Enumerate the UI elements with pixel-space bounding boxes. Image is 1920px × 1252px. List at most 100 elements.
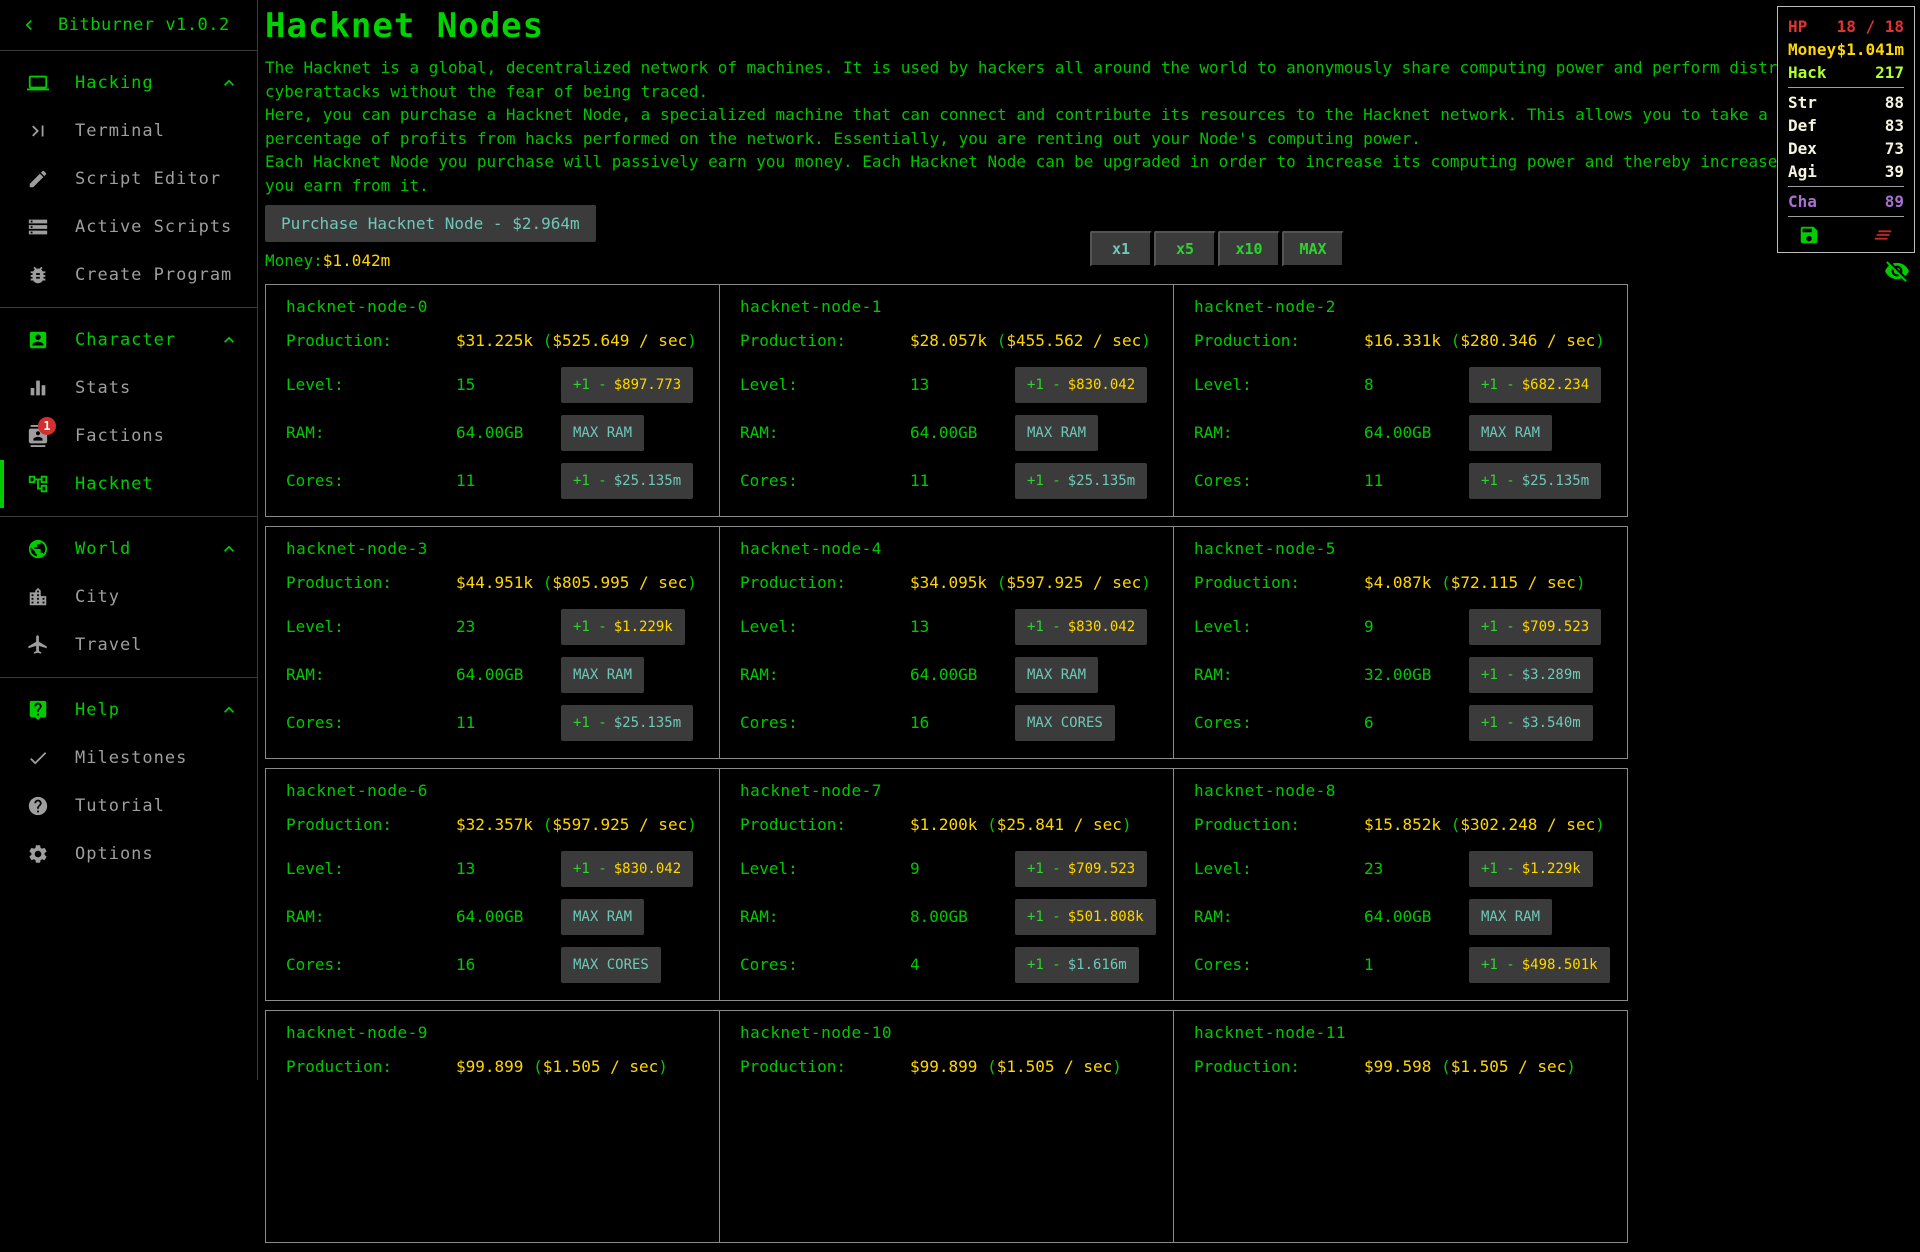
upgrade-increment-label: +1 -: [573, 473, 607, 489]
cores-value: 1: [1364, 955, 1374, 974]
upgrade-cores-button[interactable]: +1 -$25.135m: [561, 705, 693, 741]
upgrade-ram-button[interactable]: +1 -$3.289m: [1469, 657, 1593, 693]
sidebar-item-hacknet[interactable]: Hacknet: [0, 460, 257, 508]
upgrade-level-button[interactable]: +1 -$830.042: [561, 851, 693, 887]
stat-label: HP: [1788, 15, 1807, 38]
upgrade-ram-button[interactable]: MAX RAM: [1015, 415, 1098, 451]
production-label: Production:: [740, 573, 846, 592]
collapse-section-control[interactable]: [219, 700, 239, 720]
sidebar-section-header-character[interactable]: Character: [0, 316, 257, 364]
upgrade-ram-button[interactable]: MAX RAM: [1469, 415, 1552, 451]
sidebar-item-script-editor[interactable]: Script Editor: [0, 155, 257, 203]
upgrade-cores-button[interactable]: +1 -$1.616m: [1015, 947, 1139, 983]
production-value: $4.087k ($72.115 / sec): [1364, 573, 1586, 592]
notification-badge: 1: [38, 417, 56, 435]
upgrade-level-button[interactable]: +1 -$1.229k: [561, 609, 685, 645]
node-name: hacknet-node-4: [740, 539, 882, 558]
upgrade-cost-label: $1.229k: [614, 619, 673, 635]
upgrade-level-button[interactable]: +1 -$1.229k: [1469, 851, 1593, 887]
sidebar-item-terminal[interactable]: Terminal: [0, 107, 257, 155]
production-amount: ): [1566, 1057, 1576, 1076]
upgrade-level-button[interactable]: +1 -$830.042: [1015, 609, 1147, 645]
upgrade-level-button[interactable]: +1 -$709.523: [1469, 609, 1601, 645]
level-value: 8: [1364, 375, 1374, 394]
sidebar-item-create-program[interactable]: Create Program: [0, 251, 257, 299]
upgrade-cores-button[interactable]: MAX CORES: [1015, 705, 1115, 741]
node-card-hacknet-node-8: hacknet-node-8Production:$15.852k ($302.…: [1173, 768, 1628, 1001]
sidebar-item-milestones[interactable]: Milestones: [0, 734, 257, 782]
sidebar-section-header-hacking[interactable]: Hacking: [0, 59, 257, 107]
upgrade-increment-label: +1 -: [1481, 473, 1515, 489]
pencil-icon: [27, 168, 49, 190]
upgrade-increment-label: +1 -: [1027, 909, 1061, 925]
collapse-section-control[interactable]: [219, 330, 239, 350]
production-label: Production:: [1194, 331, 1300, 350]
sidebar-section-header-help[interactable]: Help: [0, 686, 257, 734]
level-label: Level:: [1194, 617, 1252, 636]
sidebar-item-active-scripts[interactable]: Active Scripts: [0, 203, 257, 251]
page-title: Hacknet Nodes: [265, 6, 1883, 46]
production-label: Production:: [1194, 573, 1300, 592]
upgrade-level-button[interactable]: +1 -$830.042: [1015, 367, 1147, 403]
sidebar-section-header-world[interactable]: World: [0, 525, 257, 573]
production-amount: (: [1441, 573, 1451, 592]
stat-label: Dex: [1788, 137, 1817, 160]
sidebar-item-city[interactable]: City: [0, 573, 257, 621]
sidebar-item-factions[interactable]: 1Factions: [0, 412, 257, 460]
upgrade-cost-label: MAX RAM: [1027, 425, 1086, 441]
cores-value: 4: [910, 955, 920, 974]
node-card-hacknet-node-2: hacknet-node-2Production:$16.331k ($280.…: [1173, 284, 1628, 517]
ram-label: RAM:: [286, 665, 325, 684]
visibility-off-icon[interactable]: [1884, 258, 1910, 288]
upgrade-cores-button[interactable]: MAX CORES: [561, 947, 661, 983]
upgrade-cost-label: $25.135m: [1068, 473, 1135, 489]
multiplier-button-x1[interactable]: x1: [1090, 231, 1152, 267]
upgrade-ram-button[interactable]: MAX RAM: [1015, 657, 1098, 693]
sidebar-item-travel[interactable]: Travel: [0, 621, 257, 669]
upgrade-cores-button[interactable]: +1 -$498.501k: [1469, 947, 1610, 983]
sidebar-item-stats[interactable]: Stats: [0, 364, 257, 412]
upgrade-level-button[interactable]: +1 -$709.523: [1015, 851, 1147, 887]
description-line: you earn from it.: [265, 174, 1883, 198]
upgrade-ram-button[interactable]: MAX RAM: [1469, 899, 1552, 935]
upgrade-cores-button[interactable]: +1 -$25.135m: [1469, 463, 1601, 499]
multiplier-button-x5[interactable]: x5: [1154, 231, 1216, 267]
node-name: hacknet-node-7: [740, 781, 882, 800]
upgrade-cores-button[interactable]: +1 - $25.135m: [1015, 463, 1147, 499]
production-amount: ): [1122, 815, 1132, 834]
sidebar-collapse-button[interactable]: [0, 15, 58, 35]
sidebar-item-tutorial[interactable]: Tutorial: [0, 782, 257, 830]
collapse-section-control[interactable]: [219, 73, 239, 93]
upgrade-ram-button[interactable]: +1 -$501.808k: [1015, 899, 1156, 935]
sidebar-item-label: Milestones: [75, 748, 187, 768]
upgrade-level-button[interactable]: +1 -$897.773: [561, 367, 693, 403]
clear-all-icon[interactable]: [1872, 224, 1894, 246]
cores-label: Cores:: [740, 955, 798, 974]
check-icon: [27, 747, 49, 769]
node-name: hacknet-node-11: [1194, 1023, 1346, 1042]
upgrade-ram-button[interactable]: MAX RAM: [561, 415, 644, 451]
save-icon[interactable]: [1798, 224, 1820, 246]
stat-value: 18 / 18: [1837, 15, 1904, 38]
upgrade-increment-label: +1 -: [1027, 473, 1061, 489]
upgrade-increment-label: +1 -: [1481, 861, 1515, 877]
node-name: hacknet-node-0: [286, 297, 428, 316]
production-amount: ): [1141, 573, 1151, 592]
sidebar-item-options[interactable]: Options: [0, 830, 257, 878]
node-card-hacknet-node-5: hacknet-node-5Production:$4.087k ($72.11…: [1173, 526, 1628, 759]
production-amount: ): [687, 815, 697, 834]
production-amount: ): [1595, 815, 1605, 834]
multiplier-button-max[interactable]: MAX: [1282, 231, 1344, 267]
upgrade-ram-button[interactable]: MAX RAM: [561, 899, 644, 935]
upgrade-level-button[interactable]: +1 -$682.234: [1469, 367, 1601, 403]
multiplier-button-x10[interactable]: x10: [1218, 231, 1280, 267]
upgrade-ram-button[interactable]: MAX RAM: [561, 657, 644, 693]
production-amount: $44.951k: [456, 573, 543, 592]
icon-box: [25, 634, 51, 656]
collapse-section-control[interactable]: [219, 539, 239, 559]
upgrade-cores-button[interactable]: +1 -$3.540m: [1469, 705, 1593, 741]
purchase-hacknet-node-button[interactable]: Purchase Hacknet Node - $2.964m: [265, 205, 596, 242]
ram-value: 64.00GB: [456, 907, 523, 926]
upgrade-cores-button[interactable]: +1 -$25.135m: [561, 463, 693, 499]
stat-value: 83: [1885, 114, 1904, 137]
